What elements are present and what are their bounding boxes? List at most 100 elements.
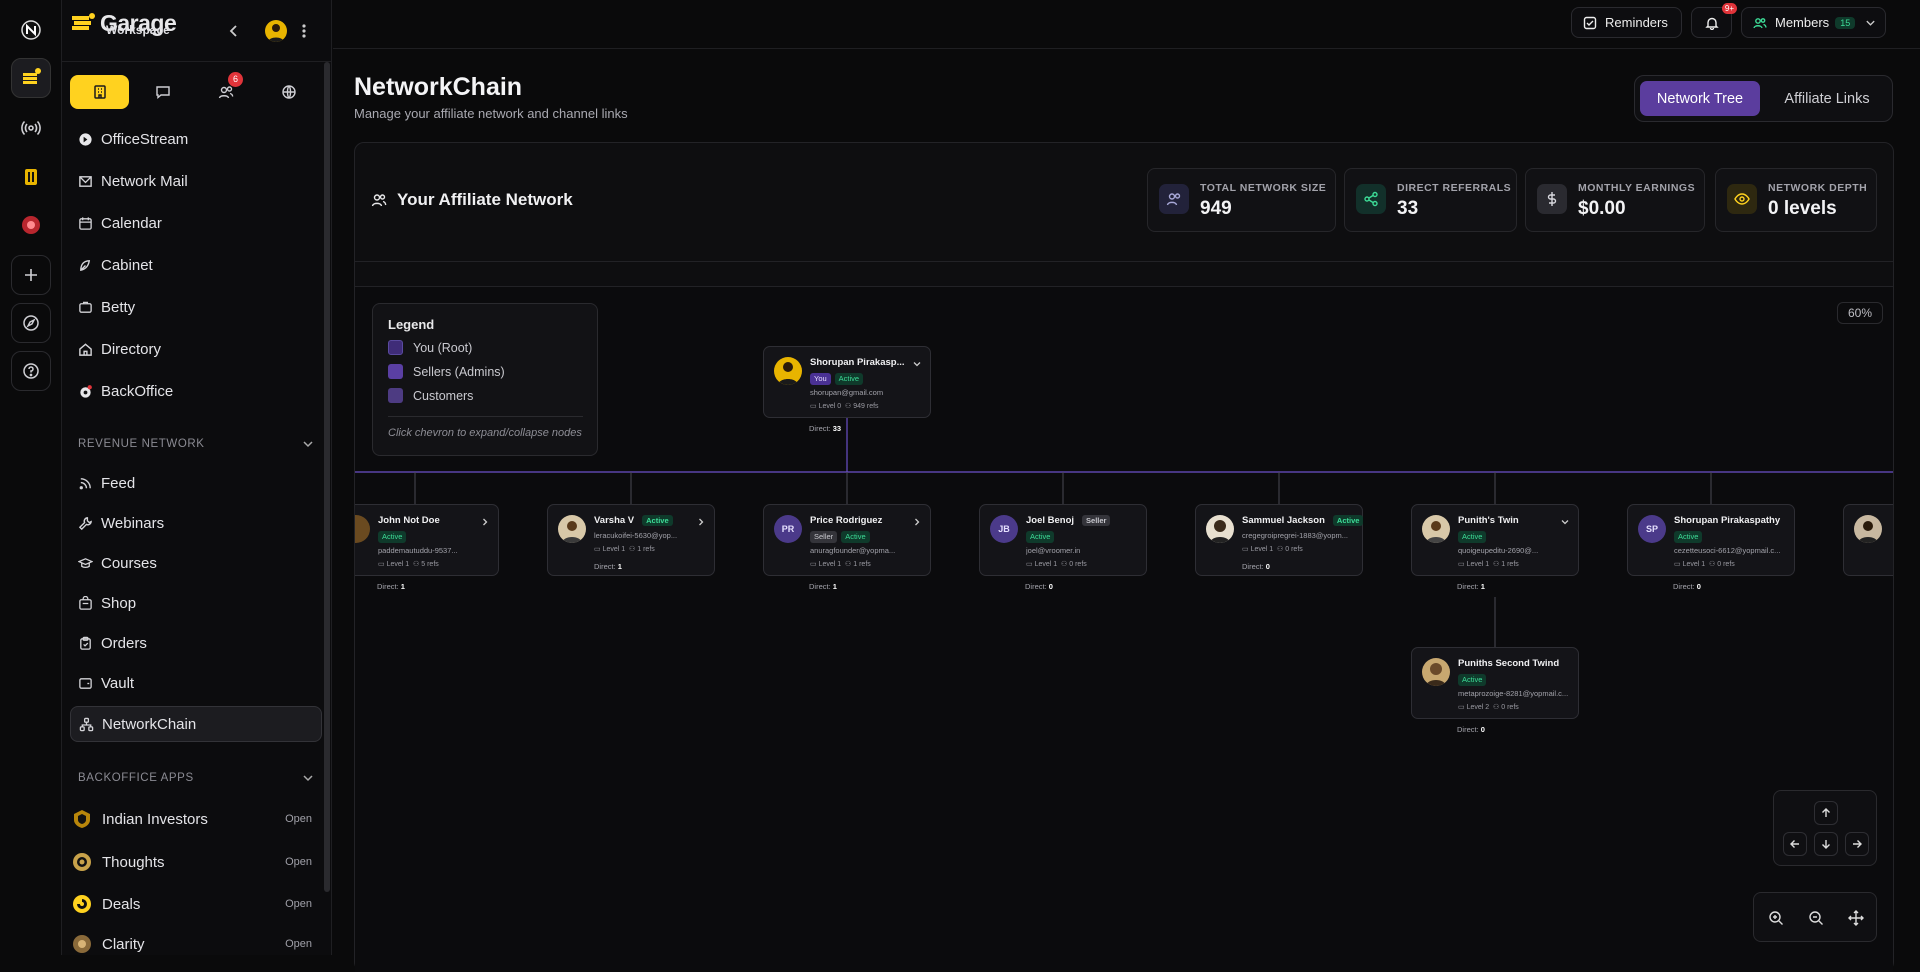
user-avatar[interactable] (265, 20, 287, 42)
node-refs: 5 refs (421, 561, 439, 568)
network-tree-tab[interactable]: Network Tree (1640, 81, 1760, 116)
page-scrollbar[interactable] (1907, 50, 1918, 955)
tree-node[interactable]: Sammuel Jackson Active cregegroipregrei-1… (1195, 504, 1364, 576)
pan-right-button[interactable] (1845, 832, 1869, 856)
nav-betty[interactable]: Betty (70, 289, 322, 325)
app-thoughts[interactable]: Thoughts Open (72, 844, 318, 880)
compass-icon[interactable] (11, 303, 51, 343)
nav-network-mail[interactable]: Network Mail (70, 163, 322, 199)
tree-node[interactable]: Punith's Twin Active quoigeupeditu-2690@… (1411, 504, 1579, 576)
status-badge: Active (378, 531, 407, 543)
fit-view-button[interactable] (1844, 906, 1868, 930)
network-panel: Your Affiliate Network TOTAL NETWORK SIZ… (354, 142, 1894, 972)
node-tags: Active (1458, 531, 1490, 543)
direct-label: Direct: (1025, 582, 1047, 591)
chevron-right-icon[interactable] (696, 517, 706, 527)
notifications-button[interactable]: 9+ (1691, 3, 1737, 38)
logo-icon[interactable] (11, 10, 51, 50)
nav-cabinet[interactable]: Cabinet (70, 247, 322, 283)
node-name: Varsha V Active (594, 515, 677, 526)
app-clarity[interactable]: Clarity Open (72, 926, 318, 962)
add-app-icon[interactable] (11, 255, 51, 295)
node-level: Level 1 (1034, 561, 1058, 568)
tree-node[interactable]: John Not Doe Active paddemautuddu-9537..… (355, 504, 499, 576)
nav-feed[interactable]: Feed (70, 465, 322, 501)
eye-icon (1727, 184, 1757, 214)
status-badge: Active (1026, 531, 1055, 543)
node-email: anuragfounder@yopma... (810, 546, 896, 555)
node-tags: Active (1458, 674, 1490, 686)
pan-up-button[interactable] (1814, 801, 1838, 825)
tab-messages[interactable] (133, 75, 192, 109)
tab-globe[interactable] (259, 75, 318, 109)
status-badge: Active (1674, 531, 1703, 543)
tree-node[interactable]: Puniths Second Twind Active metaprozoige… (1411, 647, 1579, 719)
garage-logo-icon (72, 13, 95, 30)
nav-backoffice[interactable]: BackOffice (70, 373, 322, 409)
nav-directory[interactable]: Directory (70, 331, 322, 367)
tree-node[interactable]: PR Price Rodriguez Seller Active anuragf… (763, 504, 931, 576)
app-deals[interactable]: Deals Open (72, 886, 318, 922)
tree-node-root[interactable]: Shorupan Pirakasp... You Active shorupan… (763, 346, 931, 418)
direct-label: Direct: (1457, 582, 1479, 591)
nav-label: OfficeStream (101, 130, 189, 148)
nav-networkchain[interactable]: NetworkChain (70, 706, 322, 742)
direct-label: Direct: (809, 424, 831, 433)
tree-node-partial[interactable] (1843, 504, 1893, 576)
chevron-right-icon[interactable] (912, 517, 922, 527)
pan-down-button[interactable] (1814, 832, 1838, 856)
reminders-button[interactable]: Reminders (1571, 7, 1682, 38)
top-bar: Reminders 9+ Members 15 (333, 0, 1920, 49)
open-link[interactable]: Open (285, 813, 312, 825)
nav-calendar[interactable]: Calendar (70, 205, 322, 241)
seller-badge: Seller (1082, 515, 1111, 526)
nav-label: Network Mail (101, 172, 188, 190)
building-app-icon[interactable] (11, 157, 51, 197)
zoom-in-button[interactable] (1764, 906, 1788, 930)
members-button[interactable]: Members 15 (1741, 7, 1886, 38)
chevron-down-icon[interactable] (912, 359, 922, 369)
status-badge: Active (1458, 531, 1487, 543)
garage-app-icon[interactable] (11, 58, 51, 98)
pan-left-button[interactable] (1783, 832, 1807, 856)
red-app-icon[interactable] (11, 205, 51, 245)
direct-count: Direct: 0 (1025, 582, 1053, 591)
network-tree-canvas[interactable]: Legend You (Root) Sellers (Admins) Custo… (355, 286, 1893, 972)
app-indian-investors[interactable]: Indian Investors Open (72, 801, 318, 837)
nav-courses[interactable]: Courses (70, 545, 322, 581)
chevron-right-icon[interactable] (480, 517, 490, 527)
tab-people[interactable]: 6 (196, 72, 255, 109)
nav-vault[interactable]: Vault (70, 665, 322, 701)
chat-icon (155, 86, 170, 99)
tree-node[interactable]: JB Joel Benoj Seller Active joel@vroomer.… (979, 504, 1147, 576)
legend-item: You (Root) (388, 340, 472, 355)
nav-orders[interactable]: Orders (70, 625, 322, 661)
tab-workspace[interactable] (70, 75, 129, 109)
zoom-out-button[interactable] (1804, 906, 1828, 930)
tree-node[interactable]: SP Shorupan Pirakaspathy Active cezetteu… (1627, 504, 1795, 576)
stat-label: MONTHLY EARNINGS (1578, 182, 1696, 194)
open-link[interactable]: Open (285, 898, 312, 910)
reminder-icon (1583, 16, 1597, 29)
nav-webinars[interactable]: Webinars (70, 505, 322, 541)
affiliate-links-tab[interactable]: Affiliate Links (1765, 81, 1889, 116)
app-label: Thoughts (102, 853, 165, 871)
more-options-icon[interactable] (298, 20, 310, 42)
chevron-down-icon[interactable] (1560, 517, 1570, 527)
revenue-network-header[interactable]: REVENUE NETWORK (78, 438, 314, 450)
broadcast-icon[interactable] (11, 108, 51, 148)
nav-shop[interactable]: Shop (70, 585, 322, 621)
help-icon[interactable] (11, 351, 51, 391)
node-refs: 0 refs (1717, 561, 1735, 568)
sidebar-scrollbar[interactable] (324, 62, 330, 892)
tree-node[interactable]: Varsha V Active leracukoifei-5630@yop... … (547, 504, 715, 576)
open-link[interactable]: Open (285, 856, 312, 868)
building-icon (93, 85, 106, 99)
backoffice-apps-header[interactable]: BACKOFFICE APPS (78, 772, 314, 784)
nav-officestream[interactable]: OfficeStream (70, 121, 322, 157)
collapse-sidebar-icon[interactable] (224, 21, 244, 41)
node-email: quoigeupeditu-2690@... (1458, 546, 1539, 555)
open-link[interactable]: Open (285, 938, 312, 950)
direct-count: Direct: 1 (594, 562, 622, 571)
wrench-icon (78, 516, 92, 530)
